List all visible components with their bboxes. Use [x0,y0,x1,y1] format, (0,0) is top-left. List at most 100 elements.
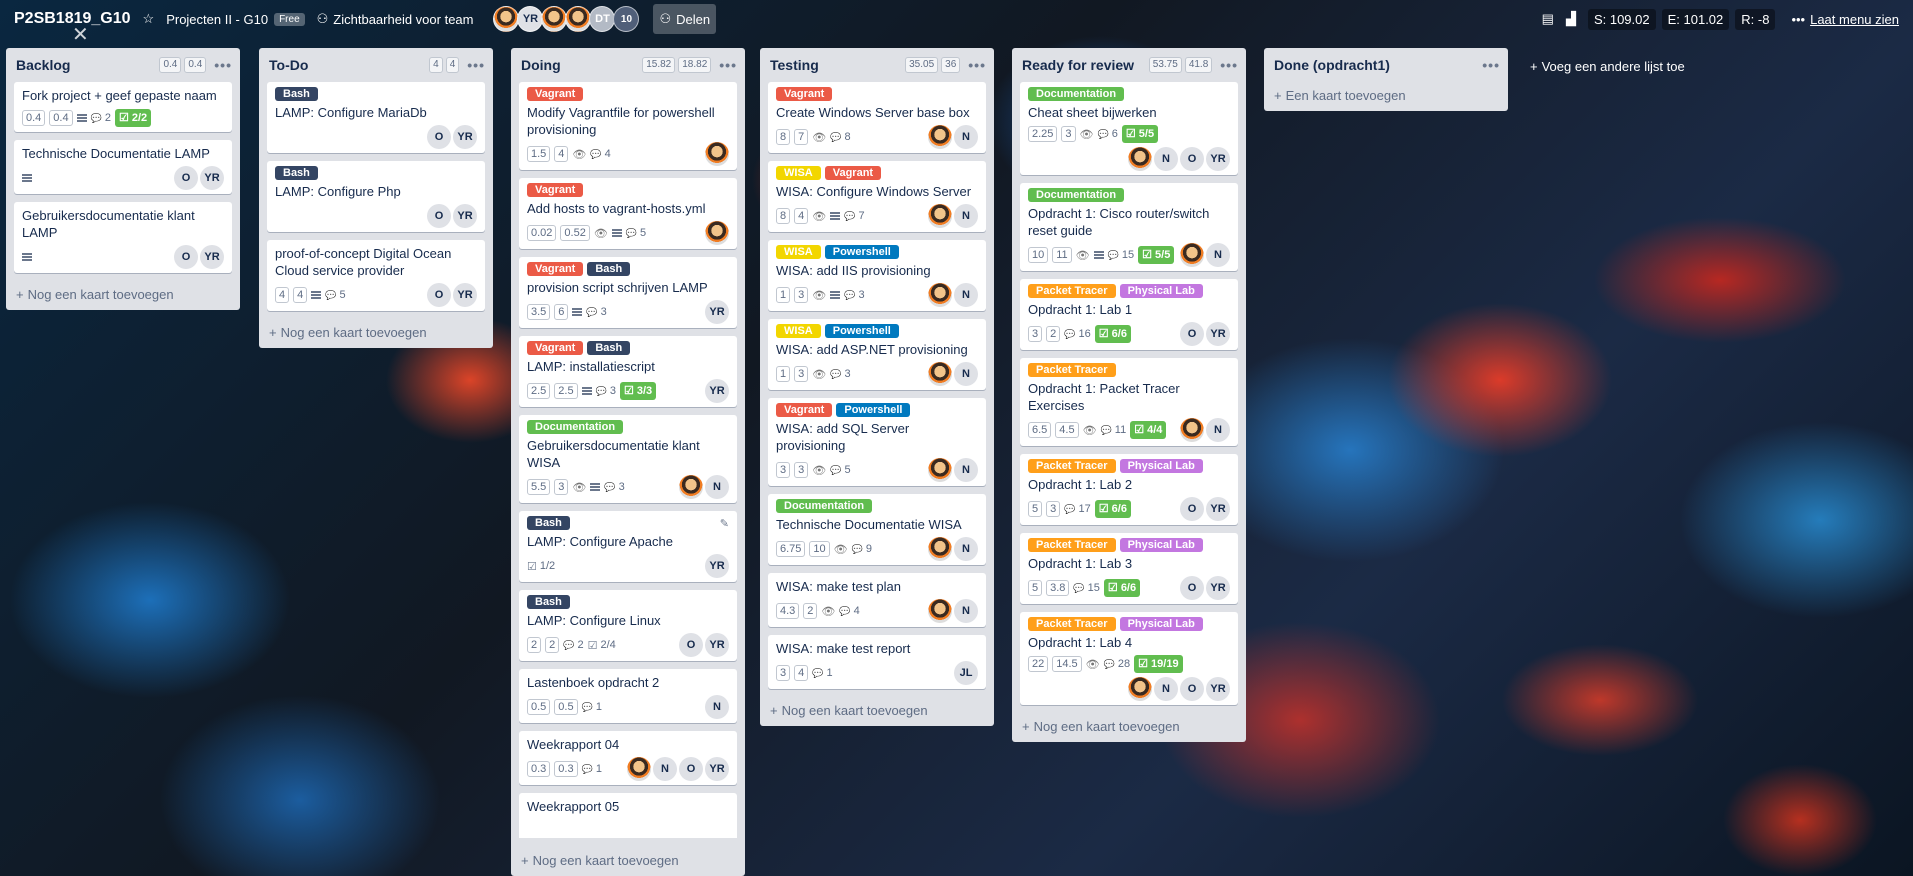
card[interactable]: Vagrant Bash LAMP: installatiescript 2.5 2.5… [519,336,737,407]
card[interactable]: WISA Vagrant WISA: Configure Windows Serve… [768,161,986,232]
member-avatar[interactable]: N [954,283,978,307]
member-avatar[interactable] [928,537,952,561]
member-avatar[interactable]: O [1180,147,1204,171]
member-avatar[interactable]: O [427,125,451,149]
card-label[interactable]: Bash [587,341,631,355]
card[interactable]: Bash LAMP: Configure Linux 2 2 💬 2 ☑ 2/4 O YR [519,590,737,661]
card-label[interactable]: Physical Lab [1119,284,1203,298]
card-label[interactable]: Bash [527,595,570,609]
member-avatar[interactable]: N [705,695,729,719]
member-avatar[interactable]: N [1154,677,1178,701]
member-avatar[interactable]: YR [705,757,729,781]
add-list-button[interactable]: + Voeg een andere lijst toe [1522,48,1762,84]
card-label[interactable]: Bash [275,87,318,101]
list-menu-icon[interactable]: ••• [968,57,986,73]
chart-icon[interactable]: ▟ [1560,4,1582,34]
card-label[interactable]: Powershell [836,403,911,417]
list-title[interactable]: Ready for review [1020,57,1146,73]
member-count[interactable]: 10 [613,6,640,32]
member-avatar[interactable]: O [427,204,451,228]
member-avatar[interactable]: YR [705,379,729,403]
member-avatar[interactable] [1128,677,1152,701]
card[interactable]: Bash LAMP: Configure Apache ✎ ☑ 1/2 YR [519,511,737,582]
member-avatar[interactable] [627,757,651,781]
card-label[interactable]: Documentation [776,499,873,513]
card[interactable]: proof-of-concept Digital Ocean Cloud ser… [267,240,485,311]
card-label[interactable]: Physical Lab [1119,538,1203,552]
card[interactable]: Bash LAMP: Configure Php O YR [267,161,485,232]
member-avatar[interactable]: YR [1206,677,1230,701]
member-avatar-photo-2[interactable] [541,6,568,32]
member-avatar[interactable]: YR [705,633,729,657]
add-card-button[interactable]: + Nog een kaart toevoegen [267,319,485,348]
edit-icon[interactable]: ✎ [720,517,729,530]
card-label[interactable]: Packet Tracer [1028,363,1116,377]
visibility-button[interactable]: ⚇ Zichtbaarheid voor team [311,4,480,34]
member-avatar[interactable]: YR [453,283,477,307]
card[interactable]: Vagrant Bash provision script schrijven LA… [519,257,737,328]
member-avatar[interactable]: N [1206,418,1230,442]
card[interactable]: Technische Documentatie LAMP O YR [14,140,232,194]
add-card-button[interactable]: + Nog een kaart toevoegen [768,697,986,726]
member-avatar[interactable]: YR [453,204,477,228]
card[interactable]: WISA: make test plan 4.3 2 👁 💬 4 N [768,573,986,627]
member-avatar[interactable]: N [954,362,978,386]
member-avatar[interactable]: YR [1206,576,1230,600]
card[interactable]: Vagrant Add hosts to vagrant-hosts.yml 0.0… [519,178,737,249]
card[interactable]: Weekrapport 05 [519,793,737,838]
member-avatar[interactable] [1180,243,1204,267]
member-avatar[interactable]: O [1180,576,1204,600]
close-icon[interactable]: ✕ [72,22,89,47]
card-label[interactable]: Vagrant [527,262,584,276]
power-up-icon[interactable]: ▤ [1536,4,1560,34]
card-label[interactable]: Bash [587,262,631,276]
member-avatar[interactable]: N [705,475,729,499]
member-avatar[interactable]: YR [705,554,729,578]
card[interactable]: WISA Powershell WISA: add ASP.NET provisio… [768,319,986,390]
member-avatar[interactable]: N [954,204,978,228]
star-icon[interactable]: ☆ [137,4,161,34]
member-avatar[interactable] [928,362,952,386]
card-label[interactable]: Documentation [1028,188,1125,202]
member-avatar[interactable]: YR [1206,497,1230,521]
share-button[interactable]: ⚇ Delen [653,4,717,34]
member-avatar[interactable] [1128,147,1152,171]
card[interactable]: Packet Tracer Physical Lab Opdracht 1: Lab… [1020,533,1238,604]
card-label[interactable]: Packet Tracer [1028,538,1116,552]
member-avatar[interactable]: O [679,633,703,657]
team-button[interactable]: Projecten II - G10 Free [160,4,310,34]
member-avatar[interactable]: N [653,757,677,781]
member-avatar[interactable]: O [174,245,198,269]
member-avatar[interactable] [1180,418,1204,442]
card-label[interactable]: Bash [527,516,570,530]
member-avatar[interactable] [705,142,729,166]
member-avatar[interactable]: O [1180,497,1204,521]
card-label[interactable]: Vagrant [527,341,584,355]
list-menu-icon[interactable]: ••• [467,57,485,73]
member-avatar[interactable]: N [1154,147,1178,171]
member-avatar-photo-3[interactable] [565,6,592,32]
member-avatar[interactable]: YR [200,245,224,269]
card[interactable]: Lastenboek opdracht 2 0.5 0.5 💬 1 N [519,669,737,723]
member-avatar[interactable]: YR [705,300,729,324]
member-avatar[interactable]: YR [1206,147,1230,171]
list-title[interactable]: To-Do [267,57,426,73]
add-card-button[interactable]: + Nog een kaart toevoegen [519,847,737,876]
add-card-button[interactable]: + Nog een kaart toevoegen [1020,713,1238,742]
card-label[interactable]: Bash [275,166,318,180]
card[interactable]: Vagrant Create Windows Server base box 8 7 👁… [768,82,986,153]
card[interactable]: Weekrapport 04 0.3 0.3 💬 1 N O YR [519,731,737,785]
member-avatar[interactable]: N [954,458,978,482]
card[interactable]: Bash LAMP: Configure MariaDb O YR [267,82,485,153]
list-menu-icon[interactable]: ••• [214,57,232,73]
member-avatar[interactable]: O [1180,322,1204,346]
card[interactable]: Packet Tracer Physical Lab Opdracht 1: Lab… [1020,454,1238,525]
card-label[interactable]: Vagrant [527,183,584,197]
member-avatar[interactable]: YR [1206,322,1230,346]
card[interactable]: Packet Tracer Physical Lab Opdracht 1: Lab… [1020,612,1238,705]
member-avatar-photo[interactable] [493,6,520,32]
card-label[interactable]: Physical Lab [1119,617,1203,631]
member-avatar[interactable]: N [1206,243,1230,267]
add-card-button[interactable]: + Een kaart toevoegen [1272,82,1500,111]
card[interactable]: Vagrant Modify Vagrantfile for powershell… [519,82,737,170]
